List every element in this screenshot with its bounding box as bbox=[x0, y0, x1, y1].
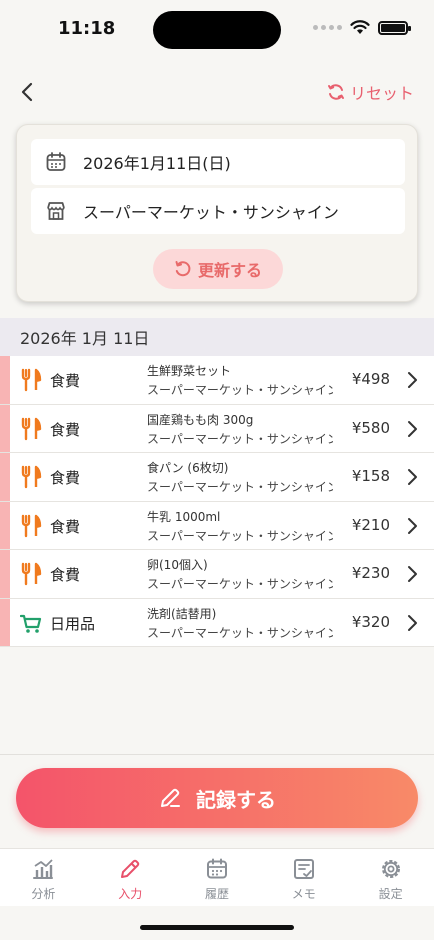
list-item[interactable]: 食費 卵(10個入) スーパーマーケット・サンシャイン ¥230 bbox=[0, 550, 434, 599]
store-icon bbox=[47, 202, 65, 220]
store-field[interactable]: スーパーマーケット・サンシャイン bbox=[31, 188, 405, 234]
fork-knife-icon bbox=[21, 562, 42, 586]
tab-memo[interactable]: メモ bbox=[260, 849, 347, 906]
home-indicator bbox=[140, 925, 294, 930]
pencil-icon bbox=[121, 859, 140, 878]
chart-icon bbox=[33, 859, 54, 879]
item-name: 生鮮野菜セット bbox=[147, 364, 232, 378]
fork-knife-icon bbox=[21, 417, 42, 440]
record-button[interactable]: 記録する bbox=[16, 768, 418, 828]
item-price: ¥320 bbox=[351, 612, 390, 631]
chevron-right-icon bbox=[408, 566, 417, 582]
chevron-right-icon bbox=[408, 372, 417, 388]
signal-icon bbox=[313, 25, 342, 30]
item-price: ¥210 bbox=[351, 515, 390, 534]
item-store: スーパーマーケット・サンシャイン bbox=[147, 625, 333, 640]
item-list: 食費 生鮮野菜セット スーパーマーケット・サンシャイン ¥498 食費 国産鶏も… bbox=[0, 356, 434, 647]
date-field[interactable]: 2026年1月11日(日) bbox=[31, 139, 405, 185]
category-bar bbox=[0, 453, 10, 501]
tab-label: 分析 bbox=[31, 887, 56, 901]
divider bbox=[0, 754, 434, 755]
top-nav: リセット bbox=[0, 72, 434, 112]
item-store: スーパーマーケット・サンシャイン bbox=[147, 577, 333, 591]
fork-knife-icon bbox=[21, 368, 42, 392]
category-bar bbox=[0, 356, 10, 404]
item-store: スーパーマーケット・サンシャイン bbox=[147, 431, 333, 446]
battery-icon bbox=[378, 20, 411, 35]
calendar-icon bbox=[46, 152, 66, 171]
list-item[interactable]: 食費 生鮮野菜セット スーパーマーケット・サンシャイン ¥498 bbox=[0, 356, 434, 405]
item-name: 洗剤(詰替用) bbox=[147, 606, 217, 621]
entry-card: 2026年1月11日(日) スーパーマーケット・サンシャイン 更新する bbox=[16, 124, 418, 302]
status-bar: 11:18 bbox=[0, 0, 434, 60]
item-name: 卵(10個入) bbox=[147, 558, 208, 572]
cart-icon bbox=[20, 614, 42, 633]
list-item[interactable]: 食費 牛乳 1000ml スーパーマーケット・サンシャイン ¥210 bbox=[0, 501, 434, 550]
wifi-icon bbox=[350, 20, 370, 34]
chevron-right-icon bbox=[408, 420, 417, 437]
update-label: 更新する bbox=[197, 261, 262, 280]
fork-knife-icon bbox=[21, 465, 42, 489]
category-bar bbox=[0, 404, 10, 452]
reset-label: リセット bbox=[349, 84, 414, 103]
item-store: スーパーマーケット・サンシャイン bbox=[147, 528, 333, 543]
item-category: 食費 bbox=[50, 420, 81, 439]
item-price: ¥498 bbox=[351, 370, 390, 388]
reset-button[interactable]: リセット bbox=[326, 80, 414, 104]
item-category: 食費 bbox=[50, 566, 81, 584]
item-category: 食費 bbox=[50, 469, 81, 487]
item-name: 国産鶏もも肉 300g bbox=[147, 412, 254, 427]
tab-bar: 分析 入力 履歴 メモ 設定 bbox=[0, 848, 434, 906]
chevron-right-icon bbox=[408, 517, 417, 534]
item-store: スーパーマーケット・サンシャイン bbox=[147, 480, 333, 494]
list-item[interactable]: 食費 国産鶏もも肉 300g スーパーマーケット・サンシャイン ¥580 bbox=[0, 404, 434, 453]
item-price: ¥158 bbox=[351, 467, 390, 485]
chevron-right-icon bbox=[408, 469, 417, 485]
undo-icon bbox=[175, 261, 191, 277]
item-category: 食費 bbox=[50, 372, 81, 390]
pen-icon bbox=[161, 788, 180, 807]
back-button[interactable] bbox=[12, 76, 42, 108]
chevron-right-icon bbox=[408, 614, 417, 631]
item-price: ¥230 bbox=[351, 564, 390, 582]
tab-label: メモ bbox=[291, 887, 316, 901]
gear-icon bbox=[381, 860, 400, 878]
category-bar bbox=[0, 501, 10, 549]
list-item[interactable]: 日用品 洗剤(詰替用) スーパーマーケット・サンシャイン ¥320 bbox=[0, 598, 434, 647]
memo-icon bbox=[293, 859, 314, 879]
item-category: 日用品 bbox=[50, 614, 96, 633]
fork-knife-icon bbox=[21, 514, 42, 537]
tab-label: 履歴 bbox=[204, 887, 229, 901]
calendar-icon bbox=[206, 858, 227, 879]
item-category: 食費 bbox=[50, 517, 81, 536]
date-value: 2026年1月11日(日) bbox=[83, 154, 231, 173]
update-button[interactable]: 更新する bbox=[153, 249, 283, 289]
tab-settings[interactable]: 設定 bbox=[347, 849, 434, 906]
chevron-left-icon bbox=[21, 82, 33, 102]
category-bar bbox=[0, 598, 10, 646]
status-time: 11:18 bbox=[58, 18, 116, 39]
tab-label: 入力 bbox=[118, 887, 143, 901]
refresh-icon bbox=[327, 84, 344, 100]
dynamic-island bbox=[153, 11, 281, 49]
system-icons bbox=[313, 20, 411, 35]
store-value: スーパーマーケット・サンシャイン bbox=[83, 203, 339, 222]
item-price: ¥580 bbox=[351, 418, 390, 437]
record-label: 記録する bbox=[196, 787, 276, 812]
item-name: 食パン (6枚切) bbox=[147, 461, 229, 475]
item-name: 牛乳 1000ml bbox=[147, 509, 221, 524]
item-store: スーパーマーケット・サンシャイン bbox=[147, 383, 333, 397]
tab-history[interactable]: 履歴 bbox=[174, 849, 261, 906]
tab-analysis[interactable]: 分析 bbox=[0, 849, 87, 906]
tab-label: 設定 bbox=[378, 887, 403, 901]
category-bar bbox=[0, 550, 10, 598]
list-item[interactable]: 食費 食パン (6枚切) スーパーマーケット・サンシャイン ¥158 bbox=[0, 453, 434, 502]
tab-input[interactable]: 入力 bbox=[87, 849, 174, 906]
date-section-header: 2026年 1月 11日 bbox=[0, 318, 434, 356]
